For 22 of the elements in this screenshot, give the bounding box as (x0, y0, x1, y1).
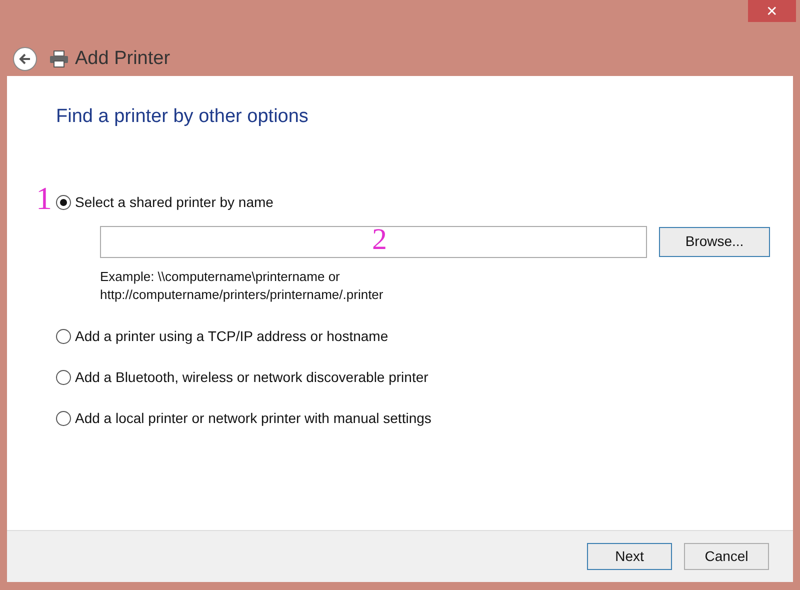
printer-icon (49, 50, 69, 68)
cancel-button[interactable]: Cancel (684, 543, 769, 570)
example-text: http://computername/printers/printername/.printer (100, 286, 384, 304)
radio-button[interactable] (56, 370, 71, 384)
example-text: Example: \\computername\printername or (100, 268, 341, 286)
option-label: Add a local printer or network printer with manual settings (75, 408, 432, 428)
back-button[interactable] (13, 47, 37, 71)
next-button[interactable]: Next (587, 543, 672, 570)
window-title: Add Printer (75, 46, 170, 71)
back-arrow-icon (18, 52, 32, 66)
option-label: Select a shared printer by name (75, 192, 274, 212)
annotation-mark: 1 (36, 180, 52, 216)
browse-button[interactable]: Browse... (659, 226, 770, 256)
annotation-mark: 2 (372, 222, 387, 258)
option-label: Add a Bluetooth, wireless or network discoverable printer (75, 368, 428, 387)
option-label: Add a printer using a TCP/IP address or hostname (75, 326, 388, 346)
printer-name-field[interactable] (100, 226, 647, 258)
radio-button[interactable] (56, 328, 71, 344)
close-button[interactable]: ✕ (748, 0, 796, 22)
page-heading: Find a printer by other options (56, 105, 310, 129)
radio-button[interactable] (56, 194, 71, 210)
radio-button[interactable] (56, 410, 71, 426)
